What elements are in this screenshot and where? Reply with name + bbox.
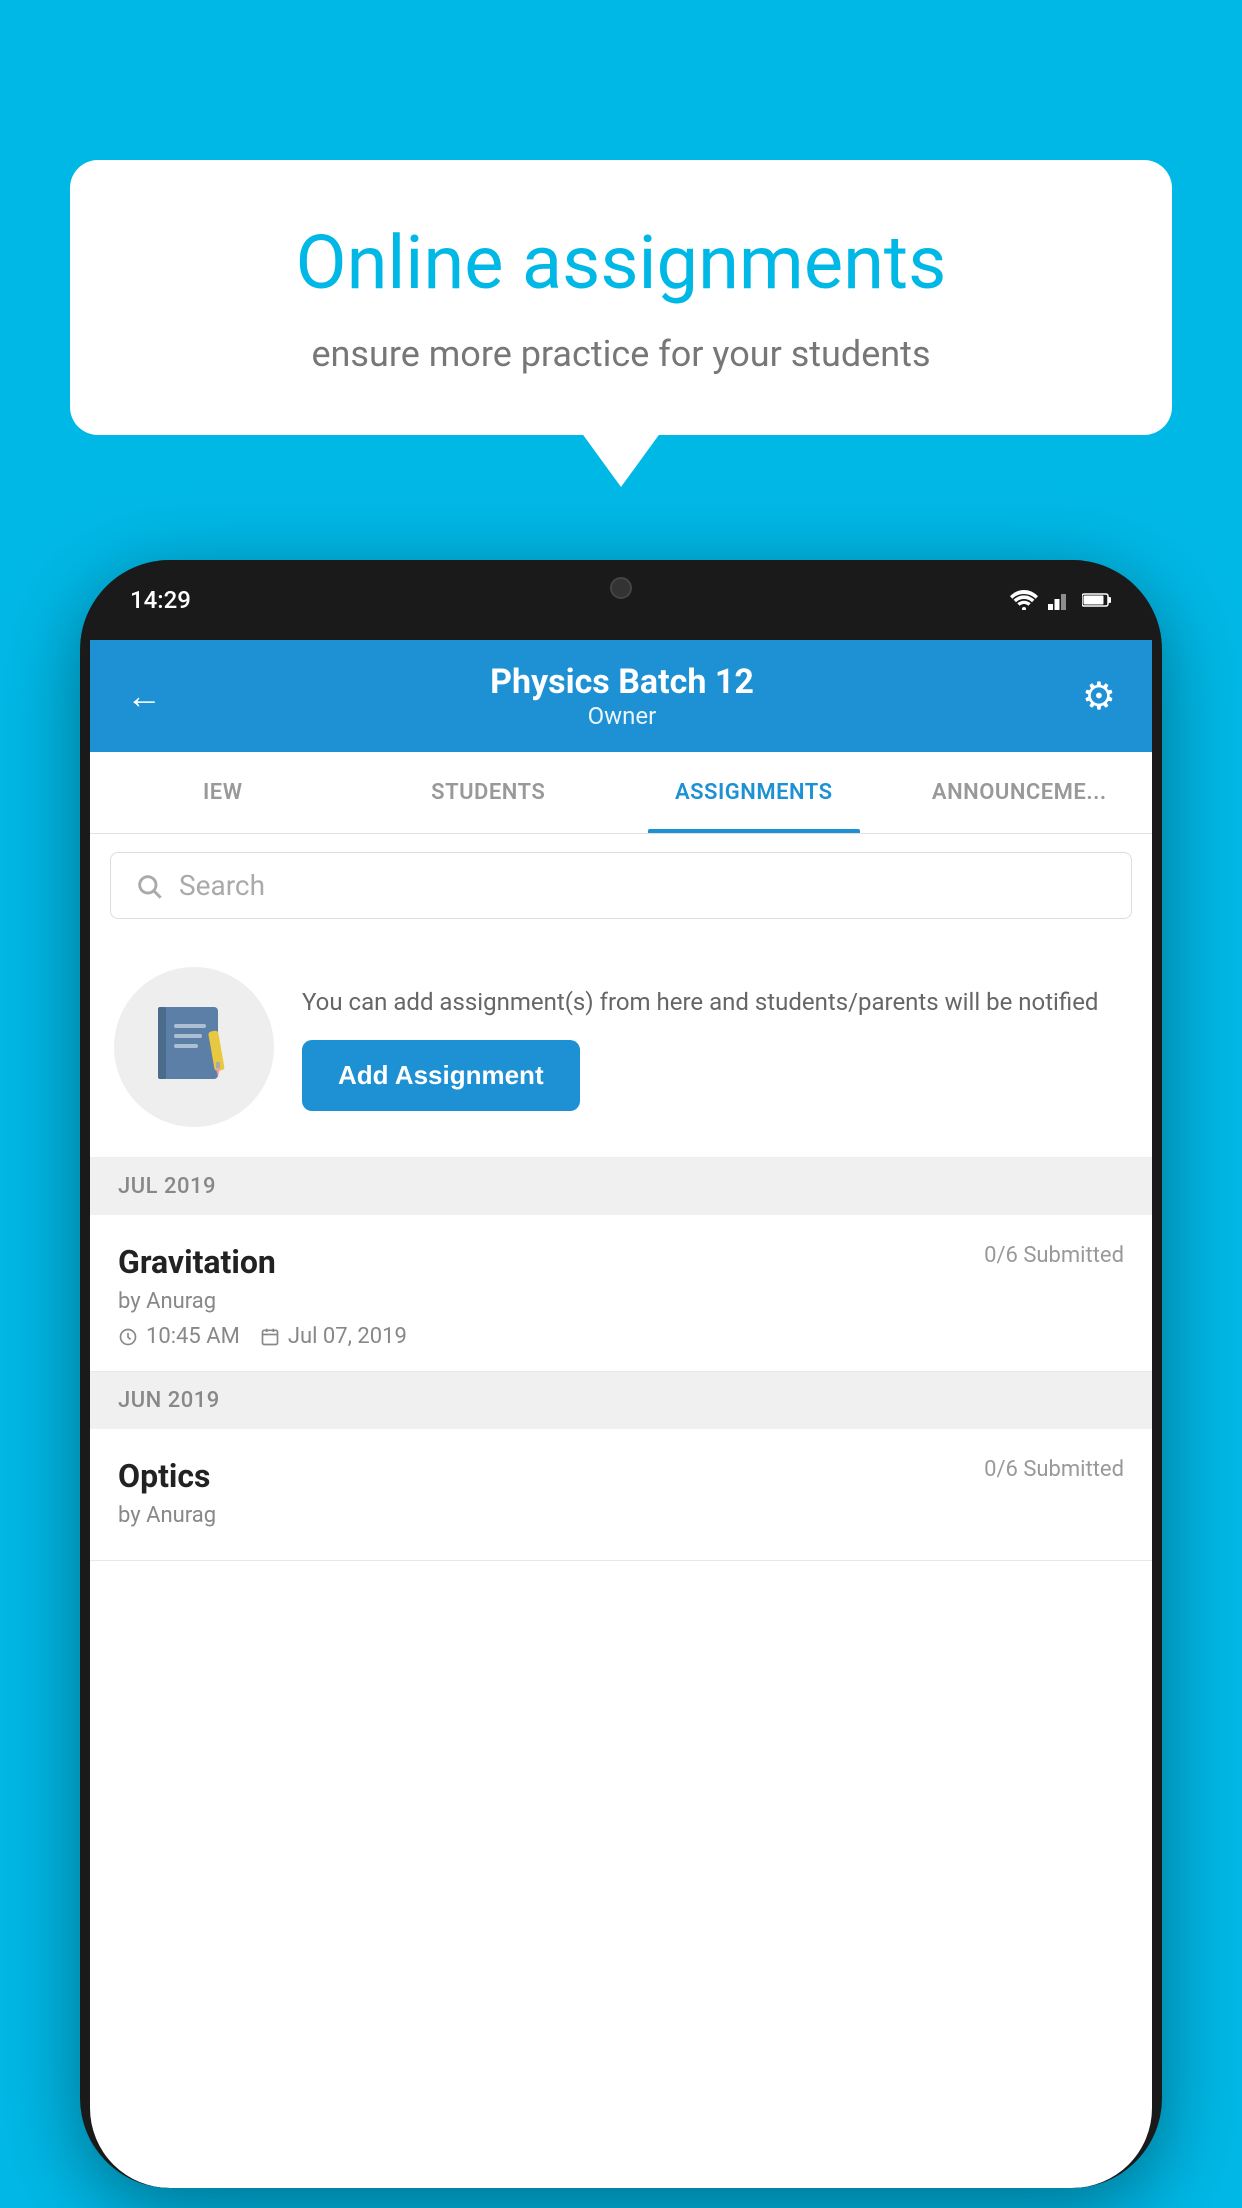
back-button[interactable]: ← xyxy=(126,675,162,717)
assignment-submitted-optics: 0/6 Submitted xyxy=(984,1457,1124,1482)
tabs-bar: IEW STUDENTS ASSIGNMENTS ANNOUNCEME... xyxy=(90,752,1152,834)
signal-icon xyxy=(1048,590,1072,610)
header-center: Physics Batch 12 Owner xyxy=(490,662,754,730)
search-placeholder: Search xyxy=(179,869,265,902)
phone-screen: ← Physics Batch 12 Owner ⚙ IEW STUDENTS … xyxy=(90,640,1152,2188)
notebook-icon xyxy=(154,1002,234,1092)
header-title: Physics Batch 12 xyxy=(490,662,754,702)
assignment-time: 10:45 AM xyxy=(146,1324,240,1349)
search-container: Search xyxy=(90,834,1152,937)
assignment-icon-circle xyxy=(114,967,274,1127)
app-header: ← Physics Batch 12 Owner ⚙ xyxy=(90,640,1152,752)
assignment-item-gravitation[interactable]: Gravitation 0/6 Submitted by Anurag 10:4… xyxy=(90,1215,1152,1372)
notch xyxy=(531,560,711,615)
assignment-by-optics: by Anurag xyxy=(118,1503,1124,1528)
bubble-title: Online assignments xyxy=(140,220,1102,309)
status-icons xyxy=(1010,590,1112,610)
promo-right: You can add assignment(s) from here and … xyxy=(302,984,1128,1111)
header-subtitle: Owner xyxy=(490,702,754,730)
tab-iew[interactable]: IEW xyxy=(90,752,356,833)
tab-assignments[interactable]: ASSIGNMENTS xyxy=(621,752,887,833)
wifi-icon xyxy=(1010,590,1038,610)
assignment-by: by Anurag xyxy=(118,1289,1124,1314)
tab-announcements[interactable]: ANNOUNCEME... xyxy=(887,752,1153,833)
status-time: 14:29 xyxy=(130,586,191,614)
battery-icon xyxy=(1082,592,1112,608)
status-bar: 14:29 xyxy=(80,560,1162,640)
time-meta: 10:45 AM xyxy=(118,1324,240,1349)
assignment-top-optics: Optics 0/6 Submitted xyxy=(118,1457,1124,1495)
speech-bubble-card: Online assignments ensure more practice … xyxy=(70,160,1172,435)
add-assignment-button[interactable]: Add Assignment xyxy=(302,1040,580,1111)
tab-students[interactable]: STUDENTS xyxy=(356,752,622,833)
assignment-meta: 10:45 AM Jul 07, 2019 xyxy=(118,1324,1124,1349)
assignment-name: Gravitation xyxy=(118,1243,276,1281)
assignment-name-optics: Optics xyxy=(118,1457,210,1495)
bubble-subtitle: ensure more practice for your students xyxy=(140,333,1102,375)
month-header-jun: JUN 2019 xyxy=(90,1372,1152,1429)
search-icon xyxy=(135,872,163,900)
date-meta: Jul 07, 2019 xyxy=(260,1324,407,1349)
phone-frame: 14:29 xyxy=(80,560,1162,2188)
clock-icon xyxy=(118,1327,138,1347)
promo-description: You can add assignment(s) from here and … xyxy=(302,984,1128,1020)
month-header-jul: JUL 2019 xyxy=(90,1158,1152,1215)
assignment-item-optics[interactable]: Optics 0/6 Submitted by Anurag xyxy=(90,1429,1152,1561)
search-box[interactable]: Search xyxy=(110,852,1132,919)
assignment-date: Jul 07, 2019 xyxy=(288,1324,407,1349)
assignment-submitted: 0/6 Submitted xyxy=(984,1243,1124,1268)
calendar-icon xyxy=(260,1327,280,1347)
settings-icon[interactable]: ⚙ xyxy=(1082,674,1116,719)
camera xyxy=(610,577,632,599)
promo-section: You can add assignment(s) from here and … xyxy=(90,937,1152,1158)
assignment-top: Gravitation 0/6 Submitted xyxy=(118,1243,1124,1281)
